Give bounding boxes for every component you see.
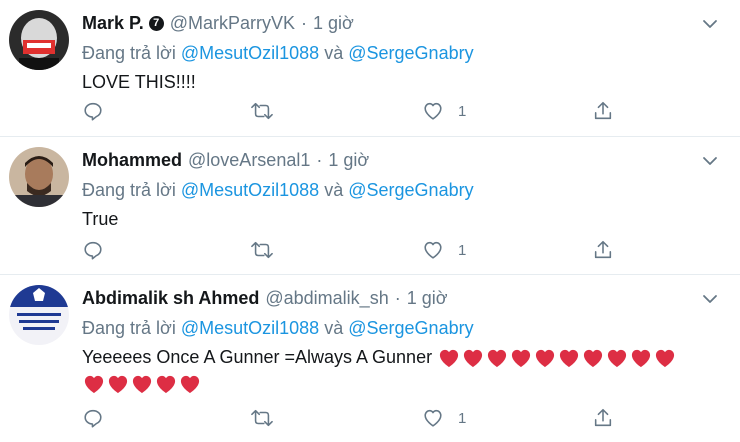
chevron-down-icon[interactable] (700, 289, 720, 309)
retweet-button[interactable] (250, 407, 274, 429)
author-handle[interactable]: @abdimalik_sh (265, 288, 388, 309)
tweet-text: Yeeeees Once A Gunner =Always A Gunner (82, 344, 720, 396)
reply-button[interactable] (82, 239, 104, 261)
separator: · (394, 287, 401, 308)
author-name[interactable]: Abdimalik sh Ahmed (82, 288, 259, 309)
tweet[interactable]: Mohammed @loveArsenal1 · 1 giờ Đang trả … (0, 137, 740, 275)
heart-icon (424, 241, 442, 259)
like-button[interactable]: 1 (422, 100, 466, 122)
heart-emoji (180, 376, 200, 394)
separator: · (316, 149, 323, 170)
heart-emoji (108, 376, 128, 394)
heart-emoji (488, 350, 507, 368)
mention-joiner: và (324, 180, 344, 200)
author-handle[interactable]: @MarkParryVK (170, 13, 295, 34)
avatar[interactable] (9, 285, 69, 345)
author-name[interactable]: Mark P. (82, 13, 144, 34)
retweet-icon (251, 409, 273, 427)
mention-joiner: và (324, 43, 344, 63)
replying-to: Đang trả lời @MesutOzil1088 và @SergeGna… (82, 177, 720, 203)
heart-emoji (440, 350, 459, 368)
mention-link[interactable]: @MesutOzil1088 (181, 180, 319, 200)
heart-emoji (84, 376, 104, 394)
tweet-actions: 1 (82, 407, 720, 431)
heart-emoji (512, 350, 531, 368)
reply-button[interactable] (82, 407, 104, 429)
heart-emoji (656, 350, 675, 368)
chevron-down-icon[interactable] (700, 14, 720, 34)
reply-icon (84, 102, 102, 121)
tweet-actions: 1 (82, 100, 720, 124)
mention-link[interactable]: @SergeGnabry (348, 318, 473, 338)
replying-to-label: Đang trả lời (82, 43, 176, 63)
heart-emoji (536, 350, 555, 368)
timestamp[interactable]: 1 giờ (313, 13, 354, 34)
author-handle[interactable]: @loveArsenal1 (188, 150, 310, 171)
like-count: 1 (458, 102, 467, 120)
mention-joiner: và (324, 318, 344, 338)
heart-emoji (156, 376, 176, 394)
heart-emoji (632, 350, 651, 368)
share-icon (594, 240, 612, 259)
heart-emoji (560, 350, 579, 368)
tweet[interactable]: Abdimalik sh Ahmed @abdimalik_sh · 1 giờ… (0, 275, 740, 442)
retweet-button[interactable] (250, 100, 274, 122)
replying-to-label: Đang trả lời (82, 180, 176, 200)
timestamp[interactable]: 1 giờ (407, 288, 448, 309)
heart-emoji (132, 376, 152, 394)
mention-link[interactable]: @MesutOzil1088 (181, 318, 319, 338)
tweet-text: True (82, 209, 119, 229)
like-button[interactable]: 1 (422, 239, 466, 261)
tweet-actions: 1 (82, 239, 720, 263)
tweet[interactable]: Mark P. 7 @MarkParryVK · 1 giờ Đang trả … (0, 0, 740, 137)
heart-emoji (608, 350, 627, 368)
share-icon (594, 408, 612, 427)
mention-link[interactable]: @SergeGnabry (348, 43, 473, 63)
replying-to: Đang trả lời @MesutOzil1088 và @SergeGna… (82, 315, 720, 341)
tweet-text: LOVE THIS!!!! (82, 72, 196, 92)
separator: · (301, 12, 308, 33)
heart-emoji-row (82, 373, 202, 394)
retweet-icon (251, 241, 273, 259)
badge-icon: 7 (148, 15, 164, 31)
like-count: 1 (458, 241, 467, 259)
heart-emoji-row (437, 347, 677, 368)
replying-to-label: Đang trả lời (82, 318, 176, 338)
replying-to: Đang trả lời @MesutOzil1088 và @SergeGna… (82, 40, 720, 66)
reply-icon (84, 409, 102, 428)
share-button[interactable] (592, 407, 614, 429)
avatar[interactable] (9, 10, 69, 70)
heart-icon (424, 409, 442, 427)
heart-emoji (464, 350, 483, 368)
author-name[interactable]: Mohammed (82, 150, 182, 171)
like-count: 1 (458, 409, 467, 427)
mention-link[interactable]: @SergeGnabry (348, 180, 473, 200)
avatar[interactable] (9, 147, 69, 207)
retweet-button[interactable] (250, 239, 274, 261)
chevron-down-icon[interactable] (700, 151, 720, 171)
like-button[interactable]: 1 (422, 407, 466, 429)
tweet-text-body: Yeeeees Once A Gunner =Always A Gunner (82, 347, 433, 367)
timestamp[interactable]: 1 giờ (328, 150, 369, 171)
reply-icon (84, 241, 102, 260)
retweet-icon (251, 102, 273, 120)
heart-emoji (584, 350, 603, 368)
heart-icon (424, 102, 442, 120)
reply-button[interactable] (82, 100, 104, 122)
mention-link[interactable]: @MesutOzil1088 (181, 43, 319, 63)
share-button[interactable] (592, 100, 614, 122)
share-button[interactable] (592, 239, 614, 261)
share-icon (594, 101, 612, 120)
